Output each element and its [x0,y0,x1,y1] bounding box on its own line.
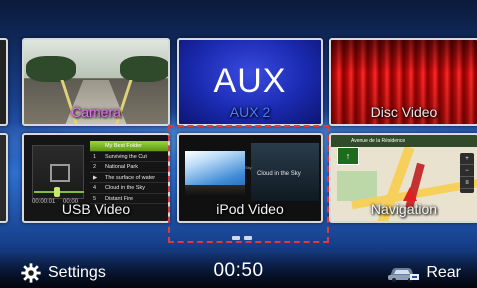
partial-tile-left-bottom[interactable] [0,133,8,223]
tile-disc-label: Disc Video [370,104,438,120]
nav-side-controls: + − ≡ [460,153,474,193]
ipod-small-text: Sky [245,165,252,170]
rear-car-icon [388,268,420,282]
page-indicator-dot [232,236,240,240]
nav-street-bar: Avenue de la Résidence [331,135,477,147]
nav-map-park [337,171,377,201]
nav-menu-icon: ≡ [460,177,474,189]
nav-direction-sign-icon: ↑ [337,147,359,165]
tile-disc-video[interactable]: Disc Video [329,38,477,126]
tile-ipod-video[interactable]: Sky Cloud in the Sky iPod Video [177,133,323,223]
rear-label: Rear [426,264,461,281]
camera-bush-left [26,56,76,82]
usb-progress-knob [54,187,60,197]
tile-usb-label: USB Video [61,201,131,217]
ipod-track-title: Cloud in the Sky [257,171,301,177]
film-icon [50,164,70,182]
tile-aux-2[interactable]: AUX AUX 2 [177,38,323,126]
aux-big-text: AUX [213,62,287,100]
page-indicator-dot [244,236,252,240]
home-screen: Camera AUX AUX 2 Disc Video 00:00:01 00:… [0,0,477,288]
usb-playlist-item: 1 Surviving the Cut [90,152,168,162]
rear-button[interactable]: Rear [386,262,461,284]
tile-nav-label: Navigation [370,201,438,217]
tile-camera[interactable]: Camera [22,38,170,126]
nav-zoom-in-icon: + [460,153,474,165]
nav-position-arrow-icon [403,187,417,201]
usb-playlist-item: ▶ The surface of water [90,173,168,183]
usb-playlist-item: My Best Folder [90,141,168,152]
tile-camera-label: Camera [71,104,121,120]
nav-zoom-out-icon: − [460,165,474,177]
tile-ipod-label: iPod Video [216,201,284,217]
partial-tile-left-top[interactable] [0,38,8,126]
tile-usb-video[interactable]: 00:00:01 00:00 My Best Folder 1 Surviving… [22,133,170,223]
tile-aux-label: AUX 2 [229,104,271,120]
camera-bush-right [120,56,168,82]
usb-playlist-item: 2 National Park [90,162,168,173]
tile-navigation[interactable]: Avenue de la Résidence ↑ + − ≡ Navigatio… [329,133,477,223]
usb-playlist-item: 4 Cloud in the Sky [90,183,168,194]
usb-playlist: My Best Folder 1 Surviving the Cut 2 Natio… [90,141,168,204]
nav-street-name: Avenue de la Résidence [351,138,406,144]
ipod-thumbnail-ground [185,185,245,197]
